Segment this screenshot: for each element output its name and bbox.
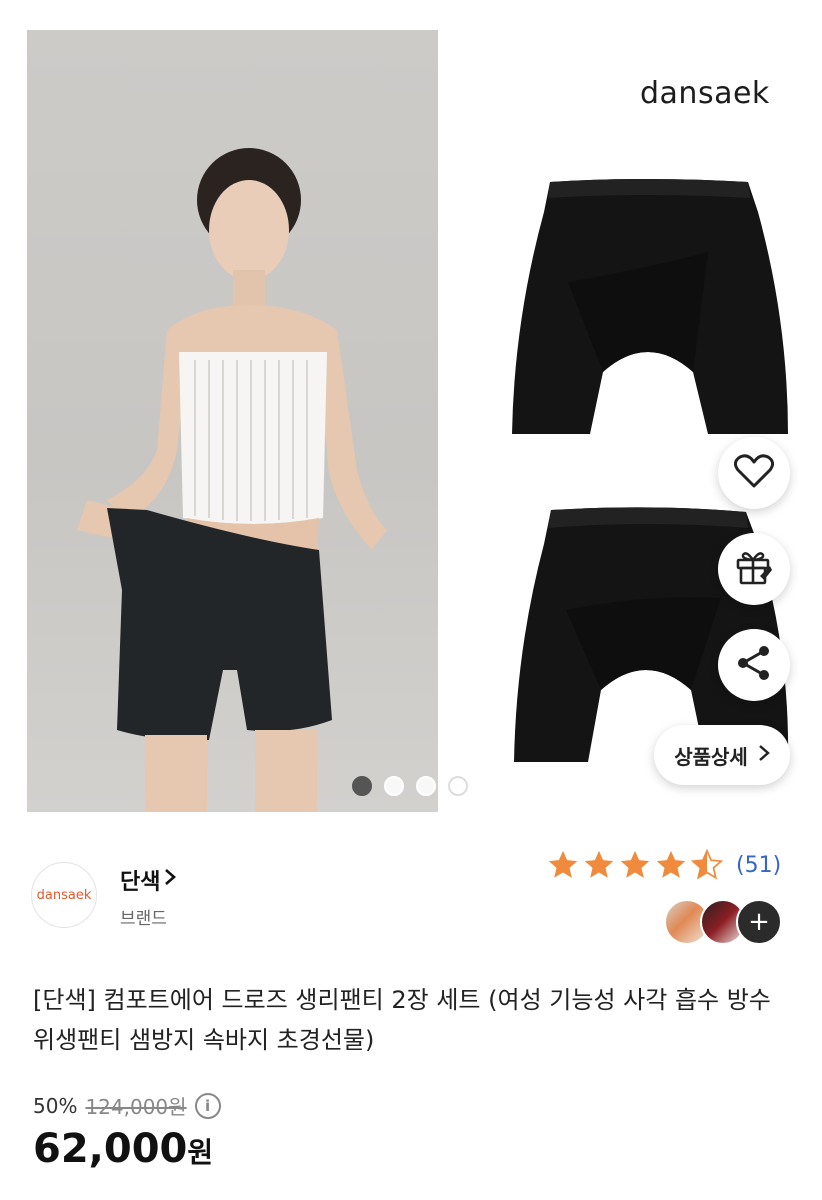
brand-logo[interactable]: dansaek (31, 862, 97, 928)
product-detail-label: 상품상세 (674, 744, 748, 769)
star-icon (584, 850, 614, 878)
discount-rate: 50% (33, 1093, 78, 1118)
original-price: 124,000원 (85, 1095, 187, 1119)
half-star-icon (690, 848, 724, 880)
heart-icon (733, 453, 775, 493)
gift-icon (734, 548, 774, 590)
review-count[interactable]: (51) (736, 853, 781, 878)
carousel-dot-1[interactable] (352, 776, 372, 796)
model-photo (27, 30, 438, 812)
sale-price-number: 62,000 (33, 1126, 188, 1172)
info-icon[interactable]: i (194, 1092, 221, 1119)
sale-price-unit: 원 (187, 1136, 214, 1169)
star-icon (656, 850, 686, 878)
price-info: 50% 124,000원 i (33, 1091, 221, 1120)
carousel-indicators (352, 776, 468, 796)
carousel-dot-4[interactable] (448, 776, 468, 796)
chevron-right-icon (758, 743, 770, 767)
brand-type: 브랜드 (120, 909, 167, 929)
plus-icon[interactable]: + (736, 899, 782, 945)
chevron-right-icon (164, 867, 177, 893)
share-button[interactable] (718, 629, 790, 701)
star-icon (620, 850, 650, 878)
brand-name: 단색 (120, 870, 161, 895)
star-icon (548, 850, 578, 878)
review-photo-stack[interactable]: + (664, 899, 782, 945)
brand-name-link[interactable]: 단색 (120, 864, 177, 896)
product-detail-button[interactable]: 상품상세 (654, 725, 790, 785)
product-title: [단색] 컴포트에어 드로즈 생리팬티 2장 세트 (여성 기능성 사각 흡수 … (33, 986, 771, 1054)
carousel-dot-2[interactable] (384, 776, 404, 796)
wishlist-button[interactable] (718, 437, 790, 509)
product-image-carousel[interactable]: dansaek 상품상세 (0, 0, 822, 820)
share-icon (735, 644, 773, 686)
gift-button[interactable] (718, 533, 790, 605)
rating-summary[interactable]: (51) (546, 848, 781, 882)
carousel-dot-3[interactable] (416, 776, 436, 796)
brand-wordmark: dansaek (640, 76, 770, 111)
sale-price: 62,000원 (33, 1126, 213, 1172)
product-front-view (508, 172, 798, 442)
